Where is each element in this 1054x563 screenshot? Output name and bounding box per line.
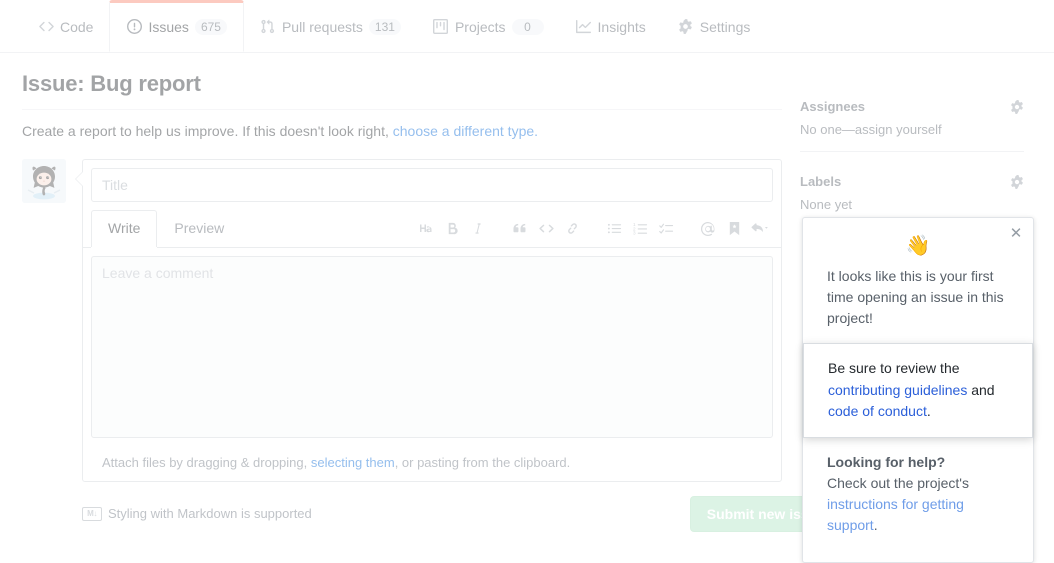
assignees-header: Assignees <box>800 99 1024 122</box>
assignees-value[interactable]: No one—assign yourself <box>800 122 1024 151</box>
comment-area-wrap <box>83 246 781 446</box>
code-icon <box>38 19 54 35</box>
nav-tab-insights[interactable]: Insights <box>560 0 662 52</box>
highlight-text-after: . <box>926 403 931 420</box>
code-icon[interactable] <box>533 218 559 240</box>
italic-icon[interactable] <box>465 218 491 240</box>
popup-highlight-box: Be sure to review the contributing guide… <box>803 343 1033 439</box>
toolbar-block-group <box>507 218 585 240</box>
highlight-text-mid: and <box>967 381 995 398</box>
nav-tab-issues[interactable]: Issues 675 <box>109 0 244 52</box>
sidebar-section-assignees: Assignees No one—assign yourself <box>800 99 1024 174</box>
file-attach-hint: Attach files by dragging & dropping, sel… <box>91 446 773 481</box>
ordered-list-icon[interactable]: 123 <box>627 218 653 240</box>
toolbar-extra-group <box>695 218 773 240</box>
markdown-support-note: M↓ Styling with Markdown is supported <box>82 506 312 521</box>
bold-icon[interactable] <box>439 218 465 240</box>
issue-sidebar: Assignees No one—assign yourself Labels … <box>800 53 1024 236</box>
nav-tab-counter: 0 <box>511 18 544 35</box>
tab-write[interactable]: Write <box>91 210 158 247</box>
assignees-title: Assignees <box>800 99 866 114</box>
toolbar-text-group <box>413 218 491 240</box>
form-actions: M↓ Styling with Markdown is supported Su… <box>82 484 842 532</box>
issue-title-input[interactable] <box>91 168 773 202</box>
graph-icon <box>576 19 592 35</box>
markdown-note-label: Styling with Markdown is supported <box>108 506 312 522</box>
comment-tabnav: Write Preview 1 2 3 <box>83 202 781 248</box>
nav-tab-settings[interactable]: Settings <box>662 0 767 52</box>
choose-different-type-link[interactable]: choose a different type. <box>393 123 538 139</box>
unordered-list-icon[interactable] <box>601 218 627 240</box>
heading-icon[interactable] <box>413 218 439 240</box>
nav-tab-label: Code <box>60 18 94 35</box>
nav-tab-projects[interactable]: Projects 0 <box>417 0 560 52</box>
popup-intro-text: It looks like this is your first time op… <box>827 268 1004 326</box>
repo-nav-list: Code Issues 675 Pull requests 131 Projec… <box>0 0 1054 52</box>
popup-help-title: Looking for help? <box>827 454 946 471</box>
nav-tab-counter: 675 <box>194 18 227 35</box>
tabnav-tabs: Write Preview <box>91 210 241 247</box>
first-issue-popup: ✕ 👋 It looks like this is your first tim… <box>802 217 1034 563</box>
contributing-guidelines-link[interactable]: contributing guidelines <box>828 382 967 398</box>
sidebar-divider-1 <box>800 151 1024 152</box>
markdown-toolbar: 123 <box>413 218 773 247</box>
mention-icon[interactable] <box>695 218 721 240</box>
issue-form-box: Write Preview <box>75 159 782 482</box>
svg-text:3: 3 <box>633 231 636 236</box>
code-of-conduct-link[interactable]: code of conduct <box>828 403 927 419</box>
nav-tab-label: Issues <box>148 18 189 35</box>
toolbar-list-group: 123 <box>601 218 679 240</box>
reply-icon[interactable] <box>747 218 773 240</box>
nav-tab-pull-requests[interactable]: Pull requests 131 <box>244 0 417 52</box>
popup-help-section: Looking for help? Check out the project'… <box>803 438 1033 562</box>
attach-text-after: , or pasting from the clipboard. <box>394 454 571 470</box>
support-instructions-link[interactable]: instructions for getting support <box>827 496 964 533</box>
quote-icon[interactable] <box>507 218 533 240</box>
close-icon[interactable]: ✕ <box>1007 224 1025 242</box>
issue-comment-textarea[interactable] <box>91 255 773 438</box>
tab-preview[interactable]: Preview <box>157 210 241 247</box>
project-icon <box>433 19 449 35</box>
gear-icon <box>678 19 694 35</box>
avatar <box>22 159 66 203</box>
assignees-gear-icon[interactable] <box>1010 99 1024 114</box>
new-issue-form: Write Preview <box>0 139 782 482</box>
subtitle-text: Create a report to help us improve. If t… <box>22 123 393 139</box>
wave-emoji-icon: 👋 <box>905 235 931 257</box>
nav-tab-label: Insights <box>597 18 646 35</box>
link-icon[interactable] <box>559 218 585 240</box>
labels-header: Labels <box>800 174 1024 197</box>
popup-help-text: Check out the project's <box>827 475 969 492</box>
labels-title: Labels <box>800 174 842 189</box>
nav-tab-label: Pull requests <box>281 18 363 35</box>
title-field-wrap <box>83 160 781 202</box>
popup-help-after: . <box>873 517 878 534</box>
nav-tab-counter: 131 <box>368 18 401 35</box>
highlight-text-before: Be sure to review the <box>828 360 960 376</box>
git-pull-request-icon <box>260 19 276 35</box>
task-list-icon[interactable] <box>653 218 679 240</box>
repo-nav: Code Issues 675 Pull requests 131 Projec… <box>0 0 1054 53</box>
nav-tab-code[interactable]: Code <box>22 0 109 52</box>
attach-text-before: Attach files by dragging & dropping, <box>102 454 311 470</box>
markdown-icon: M↓ <box>82 506 102 521</box>
select-files-link[interactable]: selecting them <box>311 455 395 470</box>
issue-opened-icon <box>126 19 142 35</box>
labels-gear-icon[interactable] <box>1010 174 1024 189</box>
nav-tab-label: Settings <box>699 18 751 35</box>
nav-tab-label: Projects <box>454 18 506 35</box>
saved-reply-icon[interactable] <box>721 218 747 240</box>
